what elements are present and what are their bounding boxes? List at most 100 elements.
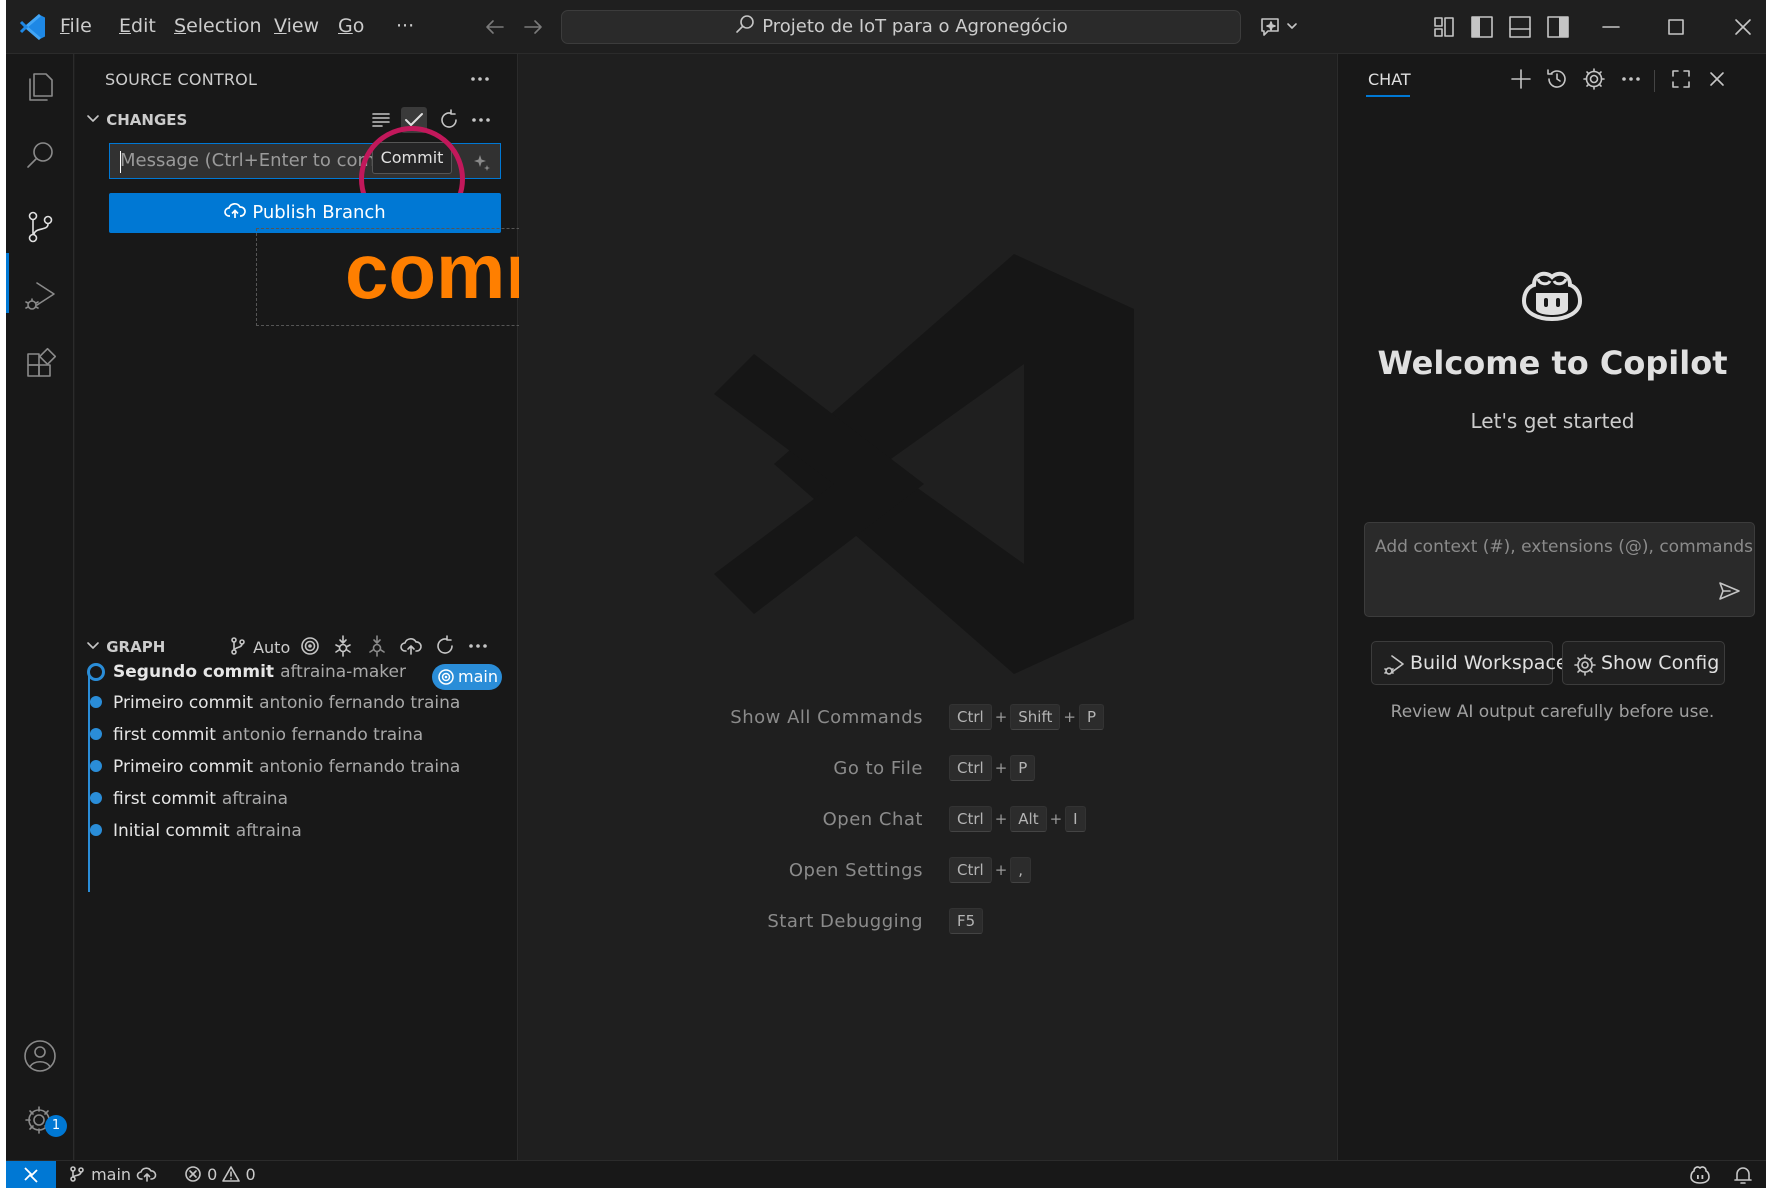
changes-section-header[interactable]: CHANGES bbox=[85, 111, 187, 129]
accounts-icon[interactable] bbox=[20, 1036, 60, 1076]
graph-refresh-icon[interactable] bbox=[433, 634, 457, 658]
settings-update-badge: 1 bbox=[45, 1115, 67, 1137]
copilot-logo-icon bbox=[1521, 271, 1583, 322]
changes-more-icon[interactable] bbox=[468, 107, 494, 133]
command-center-label: Projeto de IoT para o Agronegócio bbox=[762, 16, 1068, 37]
chat-tab[interactable]: CHAT bbox=[1368, 70, 1411, 89]
toggle-secondary-sidebar-icon[interactable] bbox=[1543, 12, 1573, 42]
fetch-icon[interactable] bbox=[331, 634, 355, 658]
maximize-chat-icon[interactable] bbox=[1668, 66, 1694, 92]
show-config-button[interactable]: Show Config bbox=[1562, 641, 1725, 685]
menu-selection[interactable]: Selection bbox=[174, 15, 262, 37]
target-icon bbox=[438, 669, 454, 685]
activity-bar: 1 bbox=[6, 54, 74, 1160]
error-count: 0 bbox=[207, 1165, 218, 1184]
push-cloud-icon[interactable] bbox=[399, 634, 423, 658]
pull-icon[interactable] bbox=[365, 634, 389, 658]
shortcut-label: Open Chat bbox=[822, 809, 923, 830]
commit-author: aftraina-maker bbox=[280, 662, 406, 682]
maximize-icon[interactable] bbox=[1661, 12, 1691, 42]
back-arrow-icon[interactable] bbox=[482, 14, 508, 40]
key: P bbox=[1010, 755, 1036, 781]
key: P bbox=[1078, 704, 1105, 730]
shortcut-label: Go to File bbox=[833, 758, 923, 779]
menu-more-button[interactable]: ··· bbox=[396, 15, 414, 37]
menu-selection-mnemonic: S bbox=[174, 15, 187, 37]
run-debug-icon[interactable] bbox=[20, 276, 60, 316]
branch-status[interactable]: main bbox=[68, 1165, 158, 1184]
problems-status[interactable]: 0 0 bbox=[184, 1165, 256, 1184]
close-chat-icon[interactable] bbox=[1704, 66, 1730, 92]
minimize-icon[interactable] bbox=[1596, 12, 1626, 42]
copilot-status-icon[interactable] bbox=[1689, 1164, 1711, 1186]
chat-more-icon[interactable] bbox=[1618, 66, 1644, 92]
commit-row[interactable]: Segundo commit aftraina-maker bbox=[113, 662, 406, 682]
menu-file[interactable]: File bbox=[60, 15, 92, 37]
main-branch-badge: main bbox=[432, 664, 502, 690]
new-chat-plus-icon[interactable] bbox=[1508, 66, 1534, 92]
commit-row[interactable]: Initial commit aftraina bbox=[113, 821, 302, 841]
shortcut-keys: Ctrl +, bbox=[946, 857, 1034, 883]
source-control-icon[interactable] bbox=[20, 207, 60, 247]
menu-edit[interactable]: Edit bbox=[119, 15, 156, 37]
git-branch-icon bbox=[70, 1166, 84, 1182]
menu-go[interactable]: Go bbox=[338, 15, 364, 37]
explorer-icon[interactable] bbox=[20, 66, 60, 106]
shortcut-label: Show All Commands bbox=[730, 707, 923, 728]
toggle-primary-sidebar-icon[interactable] bbox=[1467, 12, 1497, 42]
main-branch-label: main bbox=[458, 667, 498, 686]
chat-settings-gear-icon[interactable] bbox=[1581, 66, 1607, 92]
commit-row[interactable]: Primeiro commit antonio fernando traina bbox=[113, 757, 460, 777]
notifications-bell-icon[interactable] bbox=[1732, 1164, 1754, 1186]
key: Alt bbox=[1010, 806, 1047, 832]
send-icon[interactable] bbox=[1716, 578, 1742, 604]
command-center[interactable]: Projeto de IoT para o Agronegócio bbox=[561, 10, 1241, 44]
toggle-panel-icon[interactable] bbox=[1505, 12, 1535, 42]
commit-author: aftraina bbox=[221, 789, 288, 809]
menu-view-mnemonic: V bbox=[274, 15, 287, 37]
commit-row[interactable]: first commit antonio fernando traina bbox=[113, 725, 423, 745]
commit-row[interactable]: first commit aftraina bbox=[113, 789, 288, 809]
warning-count: 0 bbox=[245, 1165, 256, 1184]
sidebar-more-actions-icon[interactable] bbox=[467, 66, 493, 92]
graph-section-header[interactable]: GRAPH bbox=[85, 638, 165, 656]
sparkle-generate-icon[interactable] bbox=[472, 152, 492, 172]
graph-more-icon[interactable] bbox=[466, 634, 490, 658]
key-plus: + bbox=[1049, 810, 1063, 828]
key: F5 bbox=[949, 908, 984, 934]
chat-input[interactable]: Add context (#), extensions (@), command… bbox=[1364, 522, 1755, 617]
commit-message: Primeiro commit bbox=[113, 757, 254, 777]
remote-indicator[interactable] bbox=[6, 1161, 56, 1188]
extensions-icon[interactable] bbox=[20, 346, 60, 386]
menu-view[interactable]: View bbox=[274, 15, 319, 37]
refresh-icon[interactable] bbox=[436, 107, 462, 133]
menu-file-label: ile bbox=[69, 15, 92, 37]
head-commit-node bbox=[87, 663, 105, 681]
key: , bbox=[1010, 857, 1032, 883]
customize-layout-icon[interactable] bbox=[1429, 12, 1459, 42]
copilot-menu-icon[interactable] bbox=[1258, 12, 1302, 42]
commit-author: aftraina bbox=[235, 821, 302, 841]
title-bar: File Edit Selection View Go ··· Projeto … bbox=[6, 0, 1766, 54]
key-plus: + bbox=[994, 759, 1008, 777]
go-to-current-ref-icon[interactable] bbox=[298, 634, 322, 658]
commit-message: Initial commit bbox=[113, 821, 230, 841]
chat-panel: CHAT Welcome to Copilot Let's get starte… bbox=[1337, 54, 1766, 1160]
view-as-tree-icon[interactable] bbox=[368, 107, 394, 133]
editor-area: Show All Commands Ctrl + Shift + P Go to Fil… bbox=[519, 54, 1336, 1160]
forward-arrow-icon[interactable] bbox=[520, 14, 546, 40]
menu-view-label: iew bbox=[286, 15, 320, 37]
build-workspace-label: Build Workspace bbox=[1410, 652, 1568, 674]
chat-toolbar-divider bbox=[1654, 70, 1655, 92]
build-workspace-button[interactable]: Build Workspace bbox=[1371, 641, 1568, 685]
commit-row[interactable]: Primeiro commit antonio fernando traina bbox=[113, 693, 460, 713]
run-debug-icon bbox=[1384, 655, 1404, 675]
graph-auto-branch-selector[interactable]: Auto bbox=[228, 636, 290, 657]
menu-selection-label: election bbox=[186, 15, 262, 37]
search-icon[interactable] bbox=[20, 136, 60, 176]
shortcut-keys: Ctrl + Alt + I bbox=[946, 806, 1089, 832]
chat-history-icon[interactable] bbox=[1544, 66, 1570, 92]
key-plus: + bbox=[994, 861, 1008, 879]
git-branch-icon bbox=[231, 637, 245, 655]
close-window-icon[interactable] bbox=[1728, 12, 1758, 42]
